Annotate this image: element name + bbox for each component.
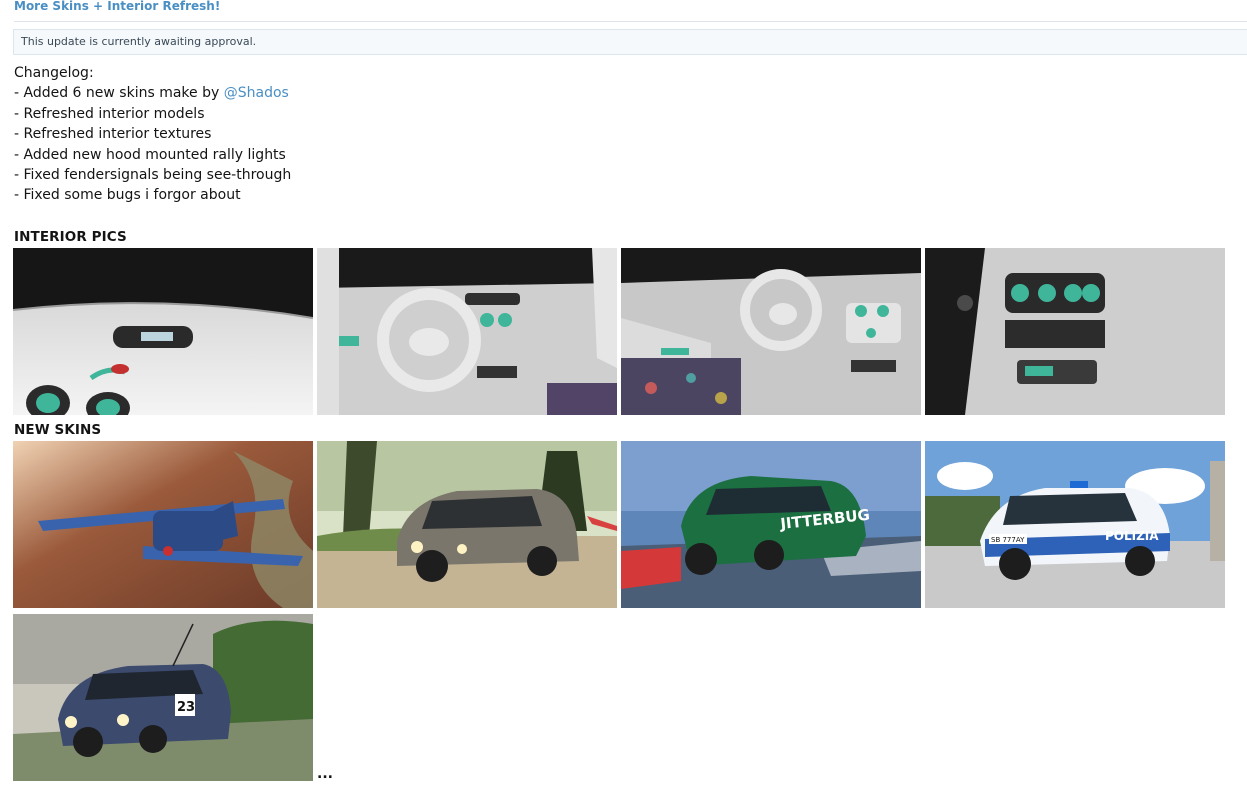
new-skins-heading: NEW SKINS xyxy=(14,422,102,438)
title-divider xyxy=(14,21,1247,22)
more-ellipsis[interactable]: ... xyxy=(317,766,333,782)
rally-number: 23 xyxy=(177,700,195,715)
changelog: Changelog: - Added 6 new skins make by @… xyxy=(14,63,291,206)
skin-pic-polizia[interactable]: SB 777AY POLIZIA xyxy=(925,441,1225,608)
interior-pic-4[interactable] xyxy=(925,248,1225,415)
skin-pic-silver-car[interactable] xyxy=(317,441,617,608)
mention-link-shados[interactable]: @Shados xyxy=(224,85,289,101)
skin-pic-rally[interactable]: 23 xyxy=(13,614,313,781)
changelog-heading: Changelog: xyxy=(14,65,94,81)
changelog-line-5: - Fixed fendersignals being see-through xyxy=(14,167,292,184)
approval-notice: This update is currently awaiting approv… xyxy=(13,29,1247,55)
changelog-line-2: - Refreshed interior models xyxy=(14,105,205,122)
skin-pic-plane[interactable] xyxy=(13,441,313,608)
changelog-line-3: - Refreshed interior textures xyxy=(14,126,212,143)
changelog-line-1: - Added 6 new skins make by @Shados xyxy=(14,83,291,103)
changelog-line-6: - Fixed some bugs i forgor about xyxy=(14,187,241,204)
interior-pic-2[interactable] xyxy=(317,248,617,415)
skin-pic-jitterbug[interactable]: JITTERBUG xyxy=(621,441,921,608)
interior-pics-heading: INTERIOR PICS xyxy=(14,229,127,245)
polizia-decal: POLIZIA xyxy=(1105,529,1159,543)
changelog-line-1-text: - Added 6 new skins make by xyxy=(14,85,224,102)
update-title[interactable]: More Skins + Interior Refresh! xyxy=(14,0,220,13)
interior-pic-3[interactable] xyxy=(621,248,921,415)
changelog-line-4: - Added new hood mounted rally lights xyxy=(14,146,286,163)
police-plate: SB 777AY xyxy=(991,536,1025,544)
interior-pic-1[interactable] xyxy=(13,248,313,415)
